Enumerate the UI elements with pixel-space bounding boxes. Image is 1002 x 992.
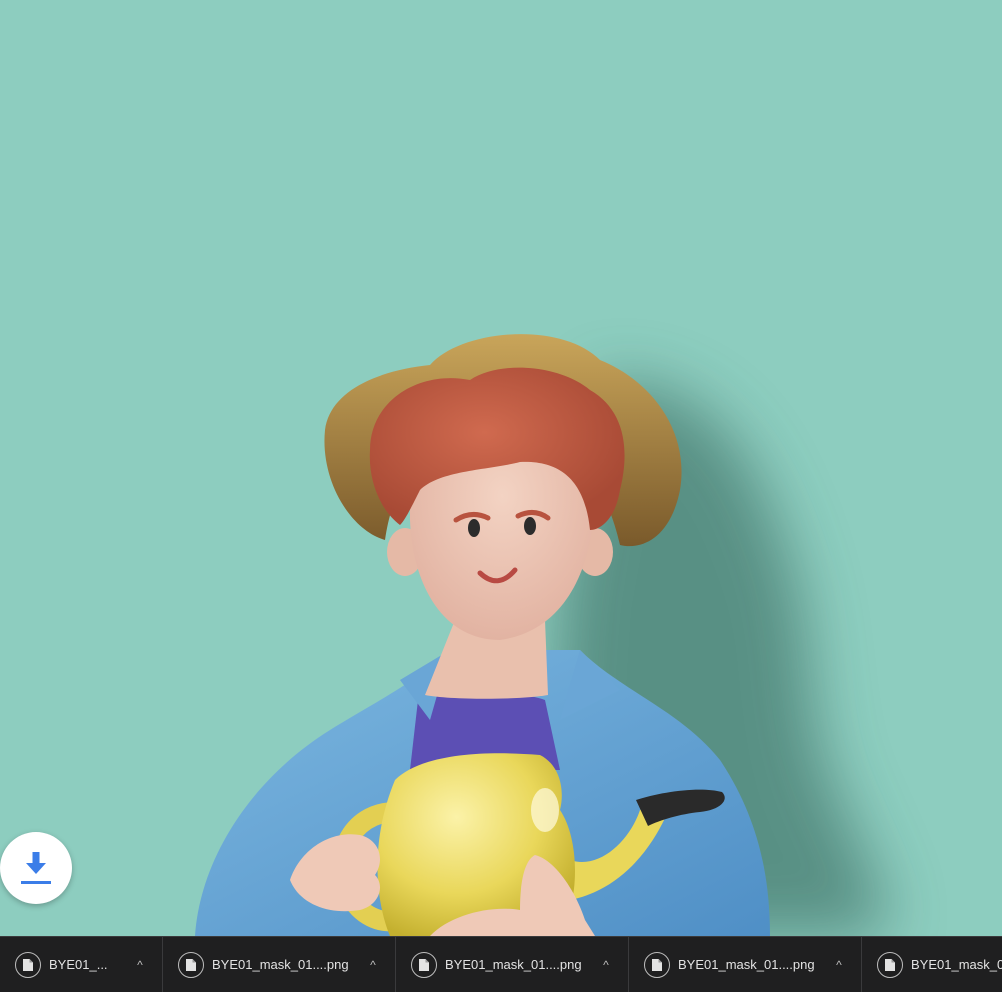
file-icon: [877, 951, 903, 978]
download-item[interactable]: BYE01_mask_01....png ^: [163, 937, 396, 992]
chevron-up-icon[interactable]: ^: [130, 937, 150, 992]
download-fab-button[interactable]: [0, 832, 72, 904]
file-icon: [15, 951, 41, 978]
download-item[interactable]: BYE01_mask_0: [862, 937, 1002, 992]
download-item-name: BYE01_mask_01....png: [678, 957, 815, 972]
downloads-bar: BYE01_... ^ BYE01_mask_01....png ^ BYE01…: [0, 936, 1002, 992]
download-item-name: BYE01_mask_01....png: [212, 957, 349, 972]
character-illustration: [195, 334, 887, 936]
chevron-up-icon[interactable]: ^: [363, 937, 383, 992]
download-item[interactable]: BYE01_mask_01....png ^: [396, 937, 629, 992]
file-icon: [411, 951, 437, 978]
chevron-up-icon[interactable]: ^: [596, 937, 616, 992]
chevron-up-icon[interactable]: ^: [829, 937, 849, 992]
download-item-name: BYE01_mask_0: [911, 957, 1002, 972]
download-item-name: BYE01_mask_01....png: [445, 957, 582, 972]
download-icon: [21, 852, 51, 884]
download-item[interactable]: BYE01_... ^: [0, 937, 163, 992]
download-item-name: BYE01_...: [49, 957, 108, 972]
download-item[interactable]: BYE01_mask_01....png ^: [629, 937, 862, 992]
file-icon: [644, 951, 670, 978]
file-icon: [178, 951, 204, 978]
page-viewport: [0, 0, 1002, 936]
